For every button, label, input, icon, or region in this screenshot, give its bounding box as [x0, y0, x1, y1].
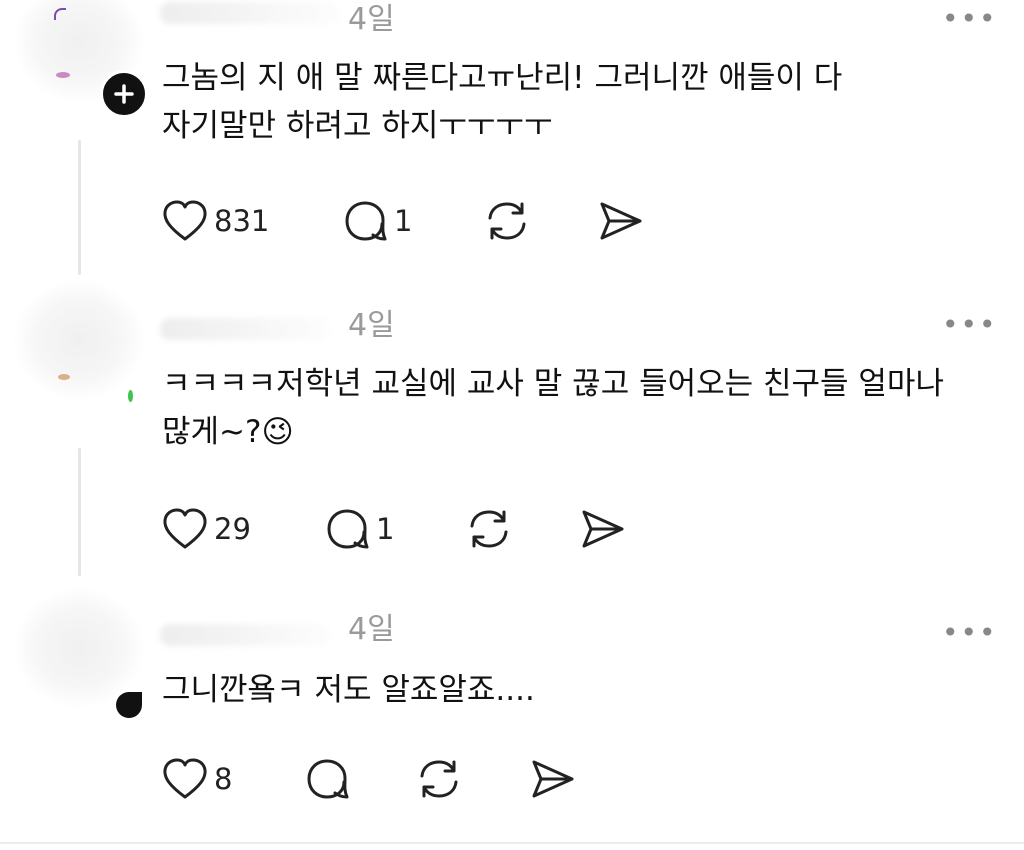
- speech-bubble-icon: [345, 201, 387, 241]
- share-button[interactable]: [528, 754, 576, 804]
- thread-line: [78, 448, 81, 576]
- share-button[interactable]: [578, 504, 626, 554]
- reply-button[interactable]: 1: [324, 504, 394, 554]
- username-redacted[interactable]: [160, 318, 330, 340]
- send-icon: [600, 202, 642, 240]
- avatar-decoration: [116, 692, 142, 718]
- avatar-blurred: [14, 588, 144, 708]
- username-redacted[interactable]: [160, 2, 340, 24]
- comment-text: ㅋㅋㅋㅋ저학년 교실에 교사 말 끊고 들어오는 친구들 얼마나 많게~?😉: [162, 366, 944, 450]
- avatar-decoration: [128, 390, 133, 402]
- thread-line: [78, 140, 81, 275]
- avatar[interactable]: [14, 280, 144, 408]
- comment-2: 4일 ••• ㅋㅋㅋㅋ저학년 교실에 교사 말 끊고 들어오는 친구들 얼마나 …: [0, 280, 1024, 586]
- repost-button[interactable]: [416, 754, 462, 804]
- avatar-blurred: [14, 280, 144, 400]
- username-redacted[interactable]: [160, 624, 330, 646]
- share-button[interactable]: [596, 196, 644, 246]
- more-options-button[interactable]: •••: [942, 5, 998, 33]
- avatar-decoration: [56, 72, 70, 78]
- like-count: 29: [214, 512, 251, 546]
- heart-icon: [163, 200, 207, 241]
- avatar-decoration: [58, 374, 70, 380]
- repost-icon: [420, 760, 458, 798]
- more-options-button[interactable]: •••: [942, 619, 998, 647]
- repost-button[interactable]: [466, 504, 512, 554]
- divider: [0, 842, 1024, 844]
- timestamp: 4일: [348, 308, 395, 343]
- reply-button[interactable]: 1: [342, 196, 412, 246]
- reply-button[interactable]: [304, 754, 350, 804]
- avatar-decoration: [54, 8, 66, 20]
- comment-text: 그니깐욬ㅋ 저도 알죠알죠....: [162, 672, 535, 708]
- like-button[interactable]: 29: [162, 504, 251, 554]
- timestamp: 4일: [348, 2, 395, 37]
- reply-count: 1: [394, 204, 413, 238]
- like-count: 831: [214, 204, 270, 238]
- like-button[interactable]: 8: [162, 754, 232, 804]
- comment-text: 그놈의 지 애 말 짜른다고ㅠ난리! 그러니깐 애들이 다 자기말만 하려고 하…: [162, 60, 843, 144]
- like-count: 8: [214, 762, 233, 796]
- reply-count: 1: [376, 512, 395, 546]
- send-icon: [532, 760, 574, 798]
- repost-button[interactable]: [484, 196, 530, 246]
- more-options-button[interactable]: •••: [942, 311, 998, 339]
- speech-bubble-icon: [327, 509, 369, 549]
- comment-3: 4일 ••• 그니깐욬ㅋ 저도 알죠알죠.... 8: [0, 588, 1024, 834]
- repost-icon: [488, 202, 526, 240]
- follow-button[interactable]: [100, 70, 148, 118]
- heart-icon: [163, 758, 207, 799]
- speech-bubble-icon: [307, 759, 349, 799]
- heart-icon: [163, 508, 207, 549]
- avatar[interactable]: [14, 588, 144, 718]
- like-button[interactable]: 831: [162, 196, 269, 246]
- repost-icon: [470, 510, 508, 548]
- comment-1: 4일 ••• 그놈의 지 애 말 짜른다고ㅠ난리! 그러니깐 애들이 다 자기말…: [0, 0, 1024, 280]
- timestamp: 4일: [348, 612, 395, 647]
- send-icon: [582, 510, 624, 548]
- plus-icon: [114, 84, 134, 104]
